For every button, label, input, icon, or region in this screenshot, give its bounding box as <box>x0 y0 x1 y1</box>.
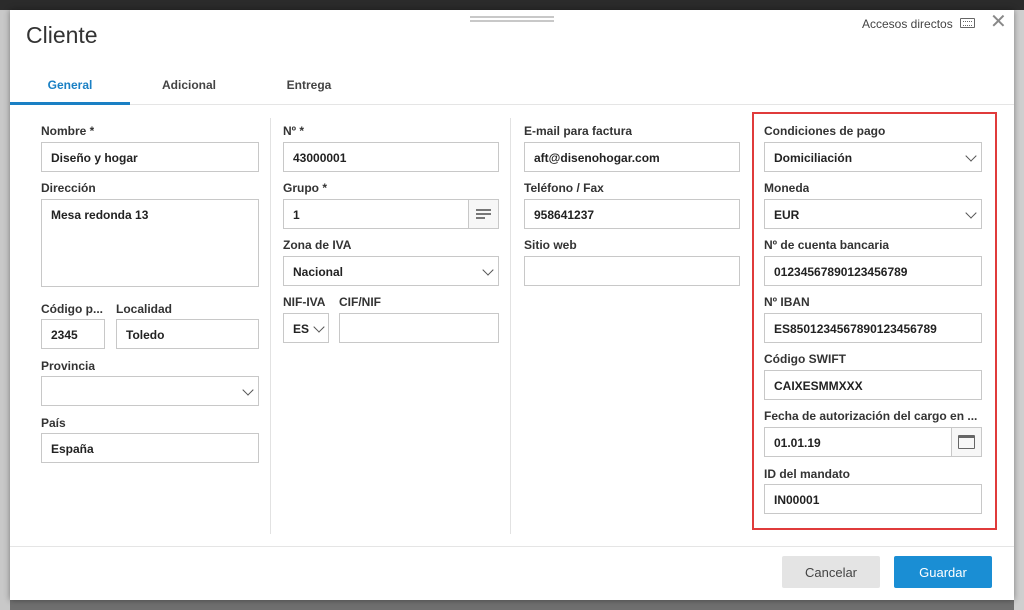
iban-field[interactable]: ES8501234567890123456789 <box>764 313 982 343</box>
background-left <box>0 10 10 610</box>
date-picker-button[interactable] <box>951 428 981 456</box>
background-right <box>1014 10 1024 610</box>
swift-label: Código SWIFT <box>764 352 846 366</box>
email-field[interactable]: aft@disenohogar.com <box>524 142 740 172</box>
cuenta-label: Nº de cuenta bancaria <box>764 238 890 252</box>
swift-field[interactable]: CAIXESMMXXX <box>764 370 982 400</box>
column-divider <box>510 118 511 534</box>
codigo-postal-label: Código p... <box>41 302 103 316</box>
web-label: Sitio web <box>524 238 577 252</box>
pais-field[interactable]: España <box>41 433 259 463</box>
codigo-postal-field[interactable]: 2345 <box>41 319 105 349</box>
provincia-select[interactable] <box>41 376 259 406</box>
drag-handle[interactable] <box>470 16 554 22</box>
email-label: E-mail para factura <box>524 124 633 138</box>
calendar-icon <box>958 435 975 449</box>
nif-iva-select[interactable]: ES <box>283 313 329 343</box>
fecha-label: Fecha de autorización del cargo en ... <box>764 409 978 423</box>
tab-adicional[interactable]: Adicional <box>130 72 248 105</box>
save-button[interactable]: Guardar <box>894 556 992 588</box>
condiciones-value: Domiciliación <box>774 151 853 165</box>
grupo-lookup-button[interactable] <box>468 200 498 228</box>
nif-iva-label: NIF-IVA <box>283 295 326 309</box>
close-icon[interactable]: ✕ <box>990 12 1007 32</box>
moneda-value: EUR <box>774 208 800 222</box>
tab-general[interactable]: General <box>10 72 130 105</box>
grupo-field[interactable]: 1 <box>283 199 499 229</box>
client-dialog: Cliente Accesos directos ✕ General Adici… <box>10 10 1014 600</box>
footer-divider <box>10 546 1014 547</box>
chevron-down-icon <box>242 384 254 396</box>
dialog-title: Cliente <box>26 22 98 48</box>
direccion-textarea[interactable]: Mesa redonda 13 <box>41 199 259 287</box>
shortcuts-link[interactable]: Accesos directos <box>862 17 953 31</box>
chevron-down-icon <box>965 207 977 219</box>
telefono-field[interactable]: 958641237 <box>524 199 740 229</box>
nombre-field[interactable]: Diseño y hogar <box>41 142 259 172</box>
localidad-label: Localidad <box>116 302 173 316</box>
numero-label: Nº * <box>283 124 305 138</box>
grupo-label: Grupo * <box>283 181 327 195</box>
telefono-label: Teléfono / Fax <box>524 181 604 195</box>
mandato-field[interactable]: IN00001 <box>764 484 982 514</box>
zona-iva-label: Zona de IVA <box>283 238 352 252</box>
mandato-label: ID del mandato <box>764 467 851 481</box>
nif-iva-value: ES <box>293 322 310 336</box>
direccion-label: Dirección <box>41 181 96 195</box>
list-icon <box>476 209 491 219</box>
fecha-value: 01.01.19 <box>774 436 821 450</box>
moneda-label: Moneda <box>764 181 810 195</box>
keyboard-icon[interactable] <box>960 18 975 28</box>
chevron-down-icon <box>965 150 977 162</box>
tab-entrega[interactable]: Entrega <box>248 72 370 105</box>
cif-nif-field[interactable] <box>339 313 499 343</box>
cancel-button[interactable]: Cancelar <box>782 556 880 588</box>
cuenta-field[interactable]: 01234567890123456789 <box>764 256 982 286</box>
iban-label: Nº IBAN <box>764 295 810 309</box>
moneda-select[interactable]: EUR <box>764 199 982 229</box>
grupo-value: 1 <box>293 208 300 222</box>
chevron-down-icon <box>482 264 494 276</box>
nombre-label: Nombre * <box>41 124 95 138</box>
zona-iva-value: Nacional <box>293 265 344 279</box>
fecha-field[interactable]: 01.01.19 <box>764 427 982 457</box>
background-bar <box>0 0 1024 10</box>
provincia-label: Provincia <box>41 359 96 373</box>
tab-bar: General Adicional Entrega <box>10 72 1014 105</box>
pais-label: País <box>41 416 66 430</box>
web-field[interactable] <box>524 256 740 286</box>
localidad-field[interactable]: Toledo <box>116 319 259 349</box>
zona-iva-select[interactable]: Nacional <box>283 256 499 286</box>
numero-field[interactable]: 43000001 <box>283 142 499 172</box>
chevron-down-icon <box>313 321 325 333</box>
condiciones-select[interactable]: Domiciliación <box>764 142 982 172</box>
condiciones-label: Condiciones de pago <box>764 124 886 138</box>
cif-nif-label: CIF/NIF <box>339 295 381 309</box>
column-divider <box>270 118 271 534</box>
